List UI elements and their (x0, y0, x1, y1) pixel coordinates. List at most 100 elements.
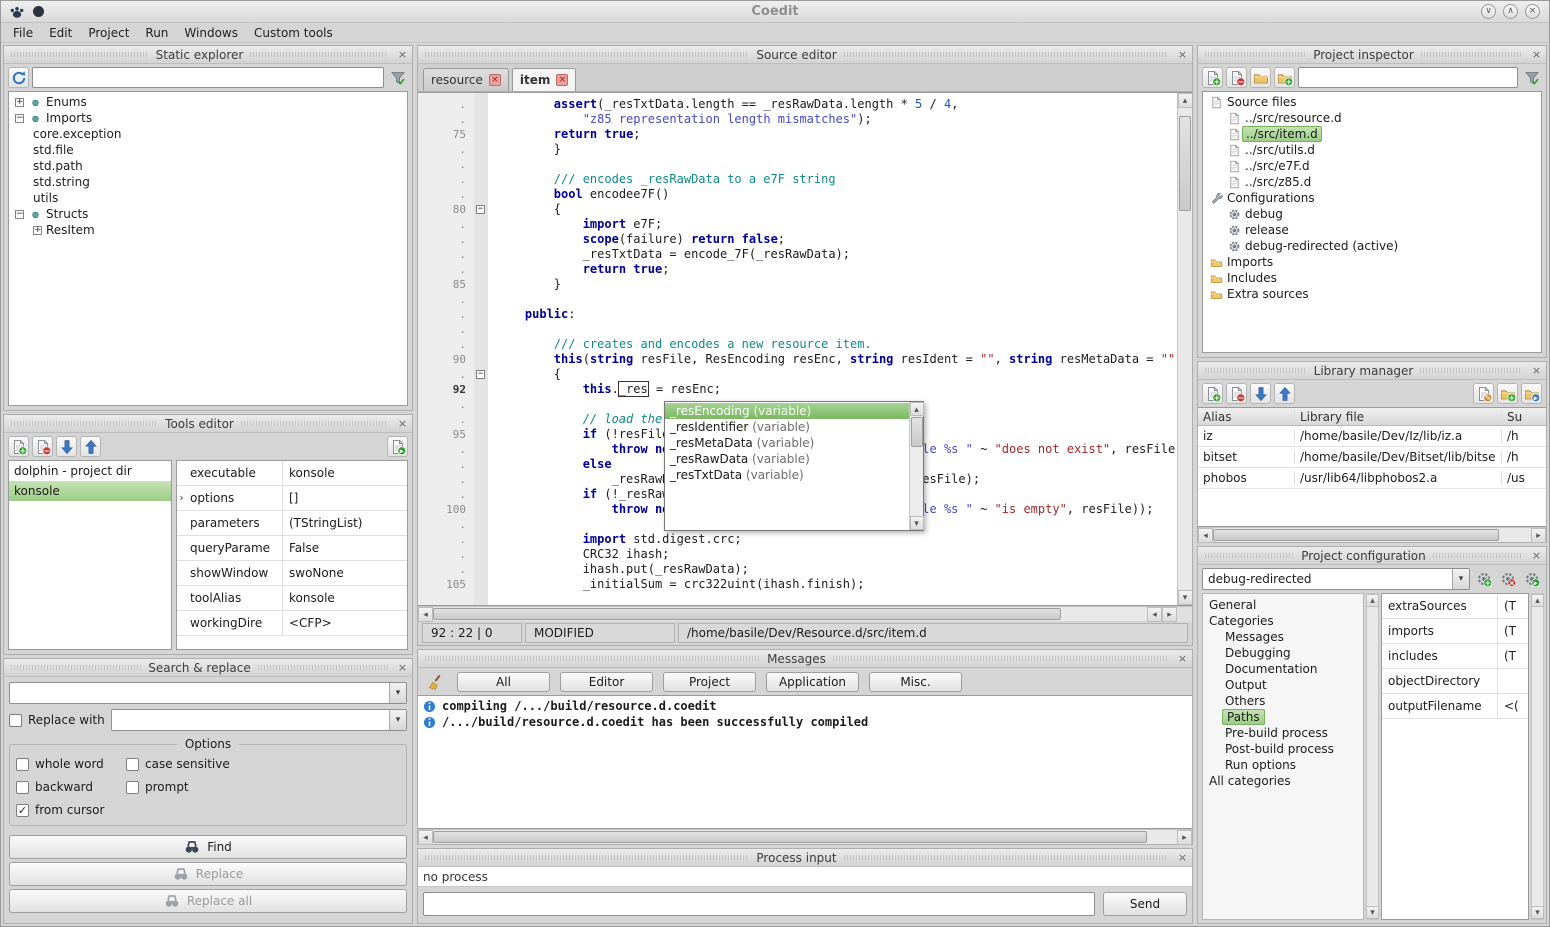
config-category[interactable]: Categories (1203, 613, 1363, 629)
config-category[interactable]: Post-build process (1203, 741, 1363, 757)
clear-messages-button[interactable] (424, 671, 445, 692)
search-term-combobox[interactable]: ▾ (9, 682, 407, 704)
edit-library-button[interactable]: ✎ (1473, 383, 1494, 404)
messages-filter-project[interactable]: Project (663, 672, 756, 692)
symbol-tree-item[interactable]: core.exception (9, 126, 407, 142)
message-row[interactable]: compiling /.../build/resource.d.coedit (418, 698, 1192, 714)
symbol-tree-item[interactable]: +ResItem (9, 222, 407, 238)
move-tool-down-button[interactable] (56, 436, 77, 457)
symbol-tree-item[interactable]: −Imports (9, 110, 407, 126)
fold-icon[interactable]: − (476, 205, 485, 214)
messages-filter-all[interactable]: All (457, 672, 550, 692)
project-tree-item[interactable]: debug-redirected (active) (1203, 238, 1541, 254)
properties-scrollbar[interactable]: ▴▾ (1531, 593, 1544, 920)
checkbox-icon[interactable] (16, 781, 29, 794)
scroll-down-icon[interactable]: ▾ (1531, 906, 1544, 919)
config-category[interactable]: General (1203, 597, 1363, 613)
code-line[interactable]: 80− { (418, 202, 1177, 217)
close-icon[interactable]: × (395, 417, 410, 430)
maximize-button[interactable]: ∧ (1503, 4, 1518, 19)
project-tree-item[interactable]: Imports (1203, 254, 1541, 270)
symbol-tree-item[interactable]: utils (9, 190, 407, 206)
property-row[interactable]: showWindowswoNone (177, 561, 407, 586)
property-row[interactable]: queryParameFalse (177, 536, 407, 561)
property-row[interactable]: executablekonsole (177, 461, 407, 486)
add-folder-tree-button[interactable]: + (1274, 67, 1295, 88)
scroll-up-icon[interactable]: ▴ (910, 402, 924, 416)
scroll-right-icon[interactable]: ▸ (1162, 607, 1177, 622)
close-icon[interactable]: × (1529, 48, 1544, 61)
tool-list-item[interactable]: dolphin - project dir (9, 461, 171, 481)
inspector-filter-input[interactable] (1298, 67, 1518, 88)
close-icon[interactable]: × (1175, 48, 1190, 61)
replace-all-button[interactable]: Replace all (9, 889, 407, 913)
message-row[interactable]: /.../build/resource.d.coedit has been su… (418, 714, 1192, 730)
project-tree-item[interactable]: Extra sources (1203, 286, 1541, 302)
messages-horizontal-scrollbar[interactable]: ◂ ▸ (418, 829, 1192, 844)
fold-icon[interactable]: − (476, 370, 485, 379)
close-icon[interactable]: × (1529, 364, 1544, 377)
remove-configuration-button[interactable]: × (1497, 569, 1518, 590)
project-tree-item[interactable]: Includes (1203, 270, 1541, 286)
code-line[interactable]: . bool encodee7F() (418, 187, 1177, 202)
code-line[interactable]: . scope(failure) return false; (418, 232, 1177, 247)
process-input-field[interactable] (423, 892, 1095, 916)
code-line[interactable]: . (418, 157, 1177, 172)
code-line[interactable]: . public: (418, 307, 1177, 322)
config-category[interactable]: Documentation (1203, 661, 1363, 677)
project-tree-item[interactable]: release (1203, 222, 1541, 238)
editor-horizontal-scrollbar[interactable]: ◂ ◂ ▸ (418, 606, 1192, 621)
remove-tool-button[interactable]: − (32, 436, 53, 457)
expander-icon[interactable]: + (15, 98, 24, 107)
symbol-tree-item[interactable]: −Structs (9, 206, 407, 222)
property-row[interactable]: parameters(TStringList) (177, 511, 407, 536)
code-line[interactable]: 105 _initialSum = crc322uint(ihash.finis… (418, 577, 1177, 592)
refresh-button[interactable] (8, 67, 29, 88)
library-horizontal-scrollbar[interactable]: ◂ ▸ (1198, 527, 1546, 542)
completion-item[interactable]: _resTxtData (variable) (665, 467, 909, 483)
editor-vertical-scrollbar[interactable]: ▴ ▾ (1177, 93, 1192, 605)
code-line[interactable]: . _resTxtData = encode_7F(_resRawData); (418, 247, 1177, 262)
project-tree-item[interactable]: ../src/utils.d (1203, 142, 1541, 158)
expander-icon[interactable]: − (15, 114, 24, 123)
symbol-tree-item[interactable]: std.file (9, 142, 407, 158)
scroll-right-icon[interactable]: ▸ (1177, 830, 1192, 845)
library-from-folder-button[interactable]: + (1497, 383, 1518, 404)
chevron-down-icon[interactable]: ▾ (389, 710, 406, 730)
code-line[interactable]: . "z85 representation length mismatches"… (418, 112, 1177, 127)
move-library-up-button[interactable] (1274, 383, 1295, 404)
scroll-down-icon[interactable]: ▾ (1366, 906, 1379, 919)
run-tool-button[interactable]: ▸ (387, 436, 408, 457)
project-tree-item[interactable]: debug (1203, 206, 1541, 222)
replace-with-combobox[interactable]: ▾ (111, 709, 407, 731)
config-category[interactable]: Run options (1203, 757, 1363, 773)
expander-icon[interactable]: − (15, 210, 24, 219)
option-prompt[interactable]: prompt (126, 780, 400, 794)
project-tree-item[interactable]: ../src/resource.d (1203, 110, 1541, 126)
config-category[interactable]: Debugging (1203, 645, 1363, 661)
replace-with-checkbox[interactable] (9, 714, 22, 727)
remove-library-button[interactable]: − (1226, 383, 1247, 404)
code-line[interactable]: .− { (418, 367, 1177, 382)
code-line[interactable]: 75 return true; (418, 127, 1177, 142)
close-button[interactable]: × (1525, 4, 1540, 19)
scroll-up-icon[interactable]: ▴ (1178, 93, 1193, 108)
code-line[interactable]: . /// creates and encodes a new resource… (418, 337, 1177, 352)
library-table-header[interactable]: AliasLibrary fileSu (1198, 408, 1546, 426)
close-icon[interactable]: × (395, 48, 410, 61)
menu-windows[interactable]: Windows (176, 24, 246, 42)
code-line[interactable]: . (418, 292, 1177, 307)
config-property-row[interactable]: extraSources(T (1382, 594, 1528, 619)
project-tree-item[interactable]: ../src/e7F.d (1203, 158, 1541, 174)
config-property-row[interactable]: outputFilename<( (1382, 694, 1528, 719)
scroll-right-icon[interactable]: ▸ (1531, 528, 1546, 543)
add-library-button[interactable]: + (1202, 383, 1223, 404)
popup-scrollbar[interactable]: ▴ ▾ (909, 402, 923, 530)
shade-button[interactable]: ∨ (1481, 4, 1496, 19)
completion-item[interactable]: _resMetaData (variable) (665, 435, 909, 451)
symbol-tree-item[interactable]: std.string (9, 174, 407, 190)
code-line[interactable]: . import std.digest.crc; (418, 532, 1177, 547)
library-row[interactable]: iz/home/basile/Dev/Iz/lib/iz.a/h (1198, 426, 1546, 447)
property-row[interactable]: workingDire<CFP> (177, 611, 407, 636)
editor-tab-item[interactable]: item× (512, 68, 577, 91)
